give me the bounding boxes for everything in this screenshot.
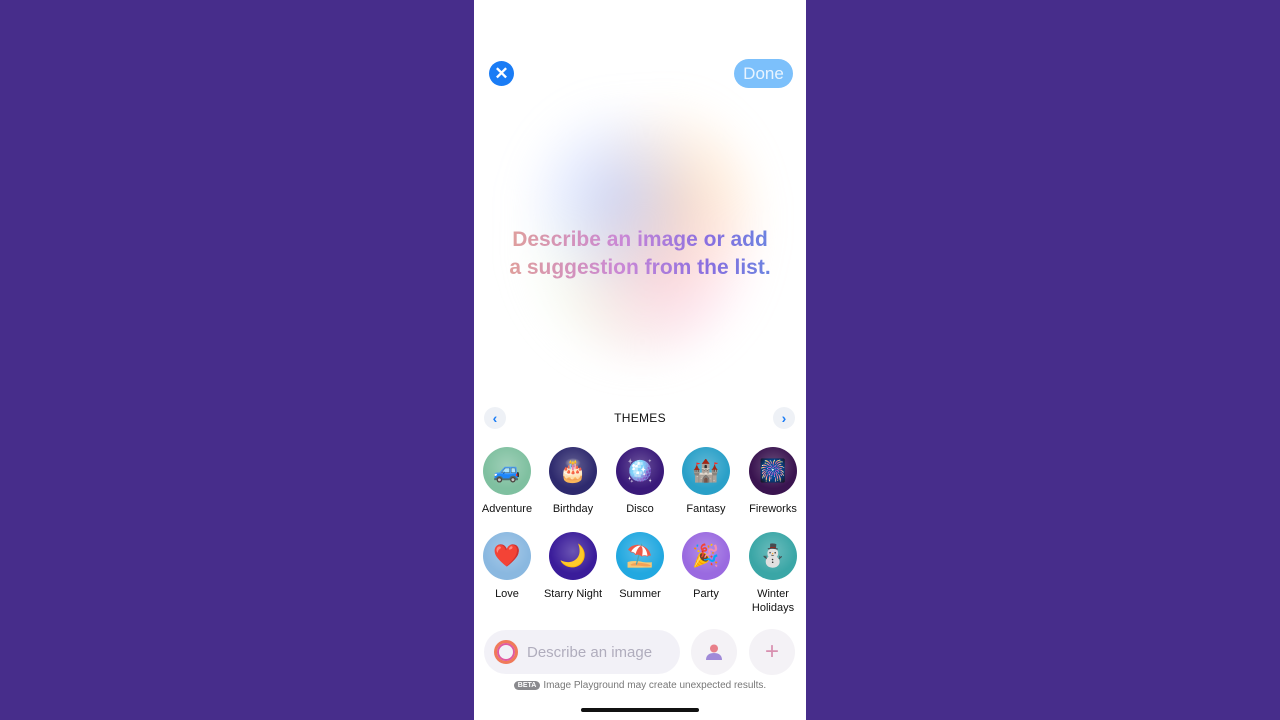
theme-winter-holidays[interactable]: ⛄ Winter Holidays bbox=[738, 532, 806, 615]
preview-glow bbox=[520, 90, 760, 360]
plus-icon: + bbox=[764, 638, 779, 665]
theme-label: Party bbox=[693, 588, 719, 600]
theme-thumbnail: 🌙 bbox=[549, 532, 597, 580]
theme-thumbnail: ⛄ bbox=[749, 532, 797, 580]
theme-thumbnail: ❤️ bbox=[483, 532, 531, 580]
theme-thumbnail: ⛱️ bbox=[616, 532, 664, 580]
theme-label: Fantasy bbox=[686, 503, 726, 515]
prompt-line-1: Describe an image or add bbox=[512, 228, 768, 251]
theme-fireworks[interactable]: 🎆 Fireworks bbox=[738, 447, 806, 516]
theme-thumbnail: 🎂 bbox=[549, 447, 597, 495]
theme-starry-night[interactable]: 🌙 Starry Night bbox=[538, 532, 608, 601]
xmark-icon: ✕ bbox=[494, 63, 509, 83]
theme-thumbnail: 🪩 bbox=[616, 447, 664, 495]
theme-label: Disco bbox=[626, 503, 654, 515]
prompt-line-2: a suggestion from the list. bbox=[509, 256, 771, 279]
theme-label: Starry Night bbox=[543, 588, 603, 600]
done-button[interactable]: Done bbox=[734, 59, 793, 88]
theme-thumbnail: 🚙 bbox=[483, 447, 531, 495]
theme-thumbnail: 🏰 bbox=[682, 447, 730, 495]
theme-label: Fireworks bbox=[749, 503, 797, 515]
themes-title: THEMES bbox=[614, 411, 666, 425]
add-button[interactable]: + bbox=[749, 629, 795, 675]
next-button[interactable]: › bbox=[773, 407, 795, 429]
theme-label: Adventure bbox=[481, 503, 533, 515]
theme-label: Birthday bbox=[552, 503, 594, 515]
theme-disco[interactable]: 🪩 Disco bbox=[605, 447, 675, 516]
chevron-right-icon: › bbox=[781, 410, 787, 426]
home-indicator[interactable] bbox=[581, 708, 699, 712]
theme-love[interactable]: ❤️ Love bbox=[474, 532, 542, 601]
theme-adventure[interactable]: 🚙 Adventure bbox=[474, 447, 542, 516]
theme-label: Winter Holidays bbox=[751, 588, 795, 614]
close-button[interactable]: ✕ bbox=[489, 61, 514, 86]
input-placeholder: Describe an image bbox=[527, 643, 653, 661]
add-person-button[interactable] bbox=[691, 629, 737, 675]
theme-thumbnail: 🎉 bbox=[682, 532, 730, 580]
theme-thumbnail: 🎆 bbox=[749, 447, 797, 495]
disclaimer-text: Image Playground may create unexpected r… bbox=[543, 680, 767, 691]
theme-fantasy[interactable]: 🏰 Fantasy bbox=[671, 447, 741, 516]
theme-birthday[interactable]: 🎂 Birthday bbox=[538, 447, 608, 516]
image-playground-icon bbox=[494, 640, 518, 664]
theme-label: Love bbox=[495, 588, 519, 600]
phone-screen: ✕ Done Describe an image or add a sugges… bbox=[474, 0, 806, 720]
prompt-hint: Describe an image or add a suggestion fr… bbox=[474, 226, 806, 282]
theme-label: Summer bbox=[619, 588, 661, 600]
theme-summer[interactable]: ⛱️ Summer bbox=[605, 532, 675, 601]
theme-party[interactable]: 🎉 Party bbox=[671, 532, 741, 601]
disclaimer: BETA Image Playground may create unexpect… bbox=[474, 680, 806, 691]
beta-badge: BETA bbox=[513, 681, 541, 690]
describe-image-input[interactable]: Describe an image bbox=[484, 630, 680, 674]
person-icon bbox=[706, 644, 722, 660]
